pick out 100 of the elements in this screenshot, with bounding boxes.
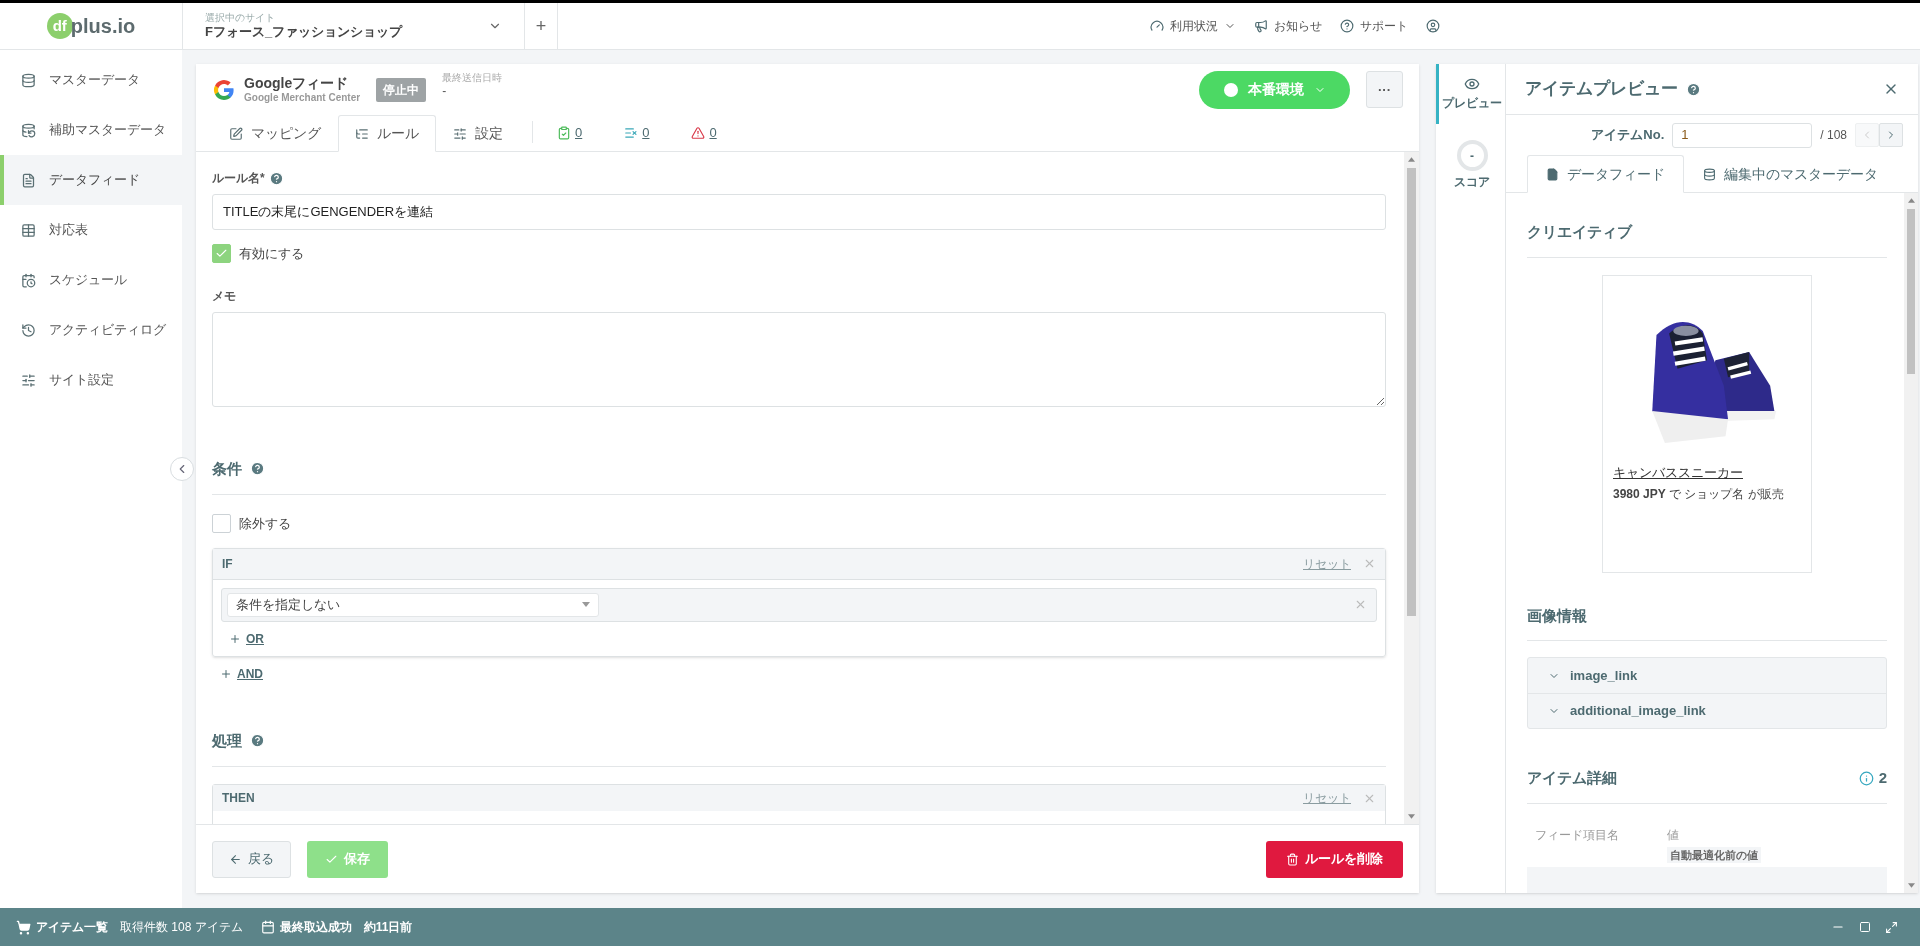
header-link[interactable]: お知らせ [1254,17,1322,35]
header-link[interactable]: 利用状況 [1150,17,1236,35]
maximize-icon[interactable] [1859,921,1871,933]
sidebar-item[interactable]: サイト設定 [0,355,182,405]
field-label: ルール名* [212,170,265,187]
add-site-button[interactable]: + [525,3,558,49]
arrow-left-icon [229,852,242,866]
gauge-icon [1150,19,1164,33]
edit-icon [229,126,243,141]
next-button[interactable] [1879,123,1903,147]
more-button[interactable]: ··· [1366,71,1403,108]
tab[interactable]: マッピング [212,115,338,152]
plus-icon [220,667,232,680]
field-label: アイテムNo. [1591,126,1665,145]
sidebar-item[interactable]: データフィード [0,155,182,205]
scrollbar-thumb[interactable] [1407,168,1416,616]
status-text: 最終取込成功 [279,919,352,936]
info-icon [1858,770,1874,786]
last-sent-value: - [442,84,448,100]
section-title: 処理 [212,730,242,751]
accordion-item[interactable]: image_link [1528,658,1886,693]
checkbox[interactable] [212,514,231,534]
list-x-icon [624,125,639,140]
product-link[interactable]: キャンバススニーカー [1613,462,1743,482]
item-number-field[interactable]: 1 [1672,122,1813,148]
accordion-item[interactable]: additional_image_link [1528,693,1886,728]
scroll-down-icon[interactable] [1408,814,1415,819]
status-link[interactable]: アイテム一覧 [36,918,108,936]
counter-link[interactable]: 0 [545,114,595,151]
help-icon [250,733,265,749]
tab[interactable]: 編集中のマスターデータ [1684,155,1897,193]
scrollbar-thumb[interactable] [1907,209,1915,374]
block-title: THEN [222,790,255,807]
site-selector[interactable]: 選択中のサイト Fフォース_ファッションショップ [182,3,525,49]
add-or-link[interactable]: OR [229,629,264,648]
condition-select[interactable]: 条件を指定しない [227,592,599,617]
score-ring: - [1456,140,1488,171]
document-icon [1546,167,1559,181]
sidebar-item[interactable]: 対応表 [0,205,182,255]
database-icon [21,122,36,138]
section-title: アイテム詳細 [1527,768,1617,788]
database-icon [21,72,36,88]
trash-icon [1286,852,1299,866]
panel-title: アイテムプレビュー [1525,78,1678,101]
status-badge: 停止中 [376,77,427,102]
eye-icon [1464,76,1480,92]
field-label: メモ [212,287,236,305]
sidebar-item[interactable]: マスターデータ [0,55,182,105]
help-icon [268,170,284,186]
block-title: IF [222,555,233,573]
sidebar-item[interactable]: 補助マスターデータ [0,105,182,155]
memo-field[interactable] [212,311,1386,407]
sidebar-item[interactable]: アクティビティログ [0,305,182,355]
logo: df plus.io [46,11,136,41]
help-icon [1340,19,1354,33]
details-count: 2 [1878,768,1887,788]
database-icon [1703,167,1716,181]
caret-icon [582,602,590,607]
site-name: Fフォース_ファッションショップ [205,24,403,41]
tree-icon [355,126,369,141]
document-icon [21,172,36,188]
header-link[interactable]: サポート [1340,17,1408,35]
checkbox[interactable] [212,244,231,264]
expand-icon[interactable] [1885,920,1898,934]
site-selector-label: 選択中のサイト [205,11,276,25]
cart-icon [16,919,31,935]
scroll-down-icon[interactable] [1907,883,1915,888]
scroll-up-icon[interactable] [1408,157,1415,162]
plus-icon [229,632,241,645]
rule-name-field[interactable]: TITLEの末尾にGENGENDERを連結 [212,194,1386,230]
collapse-button[interactable] [170,457,194,481]
section-title: 画像情報 [1527,605,1587,626]
user-icon [1426,19,1440,33]
column-header: 値 [1667,826,1679,844]
status-text: 約11日前 [363,919,413,936]
add-and-link[interactable]: AND [220,664,263,683]
account-button[interactable] [1426,19,1440,33]
back-button[interactable]: 戻る [212,840,291,878]
product-price: 3980 JPY で ショップ名 が販売 [1613,486,1784,503]
counter-link[interactable]: 0 [679,114,729,151]
section-title: 条件 [212,458,242,479]
counter-link[interactable]: 0 [612,114,662,151]
side-tab[interactable]: プレビュー [1436,64,1505,124]
sidebar-item[interactable]: スケジュール [0,255,182,305]
side-tab[interactable]: - スコア [1436,140,1505,199]
feed-service: Google Merchant Center [244,92,361,105]
feed-name: Googleフィード [244,74,350,92]
tab[interactable]: 設定 [436,115,520,152]
delete-button[interactable]: ルールを削除 [1266,840,1403,878]
scroll-up-icon[interactable] [1907,198,1915,203]
value-badge: 自動最適化前の値 [1667,846,1761,863]
status-text: 取得件数 108 アイテム [120,919,243,936]
section-title: クリエイティブ [1527,222,1632,242]
checkbox-label: 除外する [239,515,291,533]
sliders-icon [453,126,467,141]
column-header: フィード項目名 [1535,826,1620,844]
calendar-icon [260,920,275,934]
tab[interactable]: ルール [338,115,436,152]
google-logo [212,77,236,102]
tab[interactable]: データフィード [1527,155,1684,193]
